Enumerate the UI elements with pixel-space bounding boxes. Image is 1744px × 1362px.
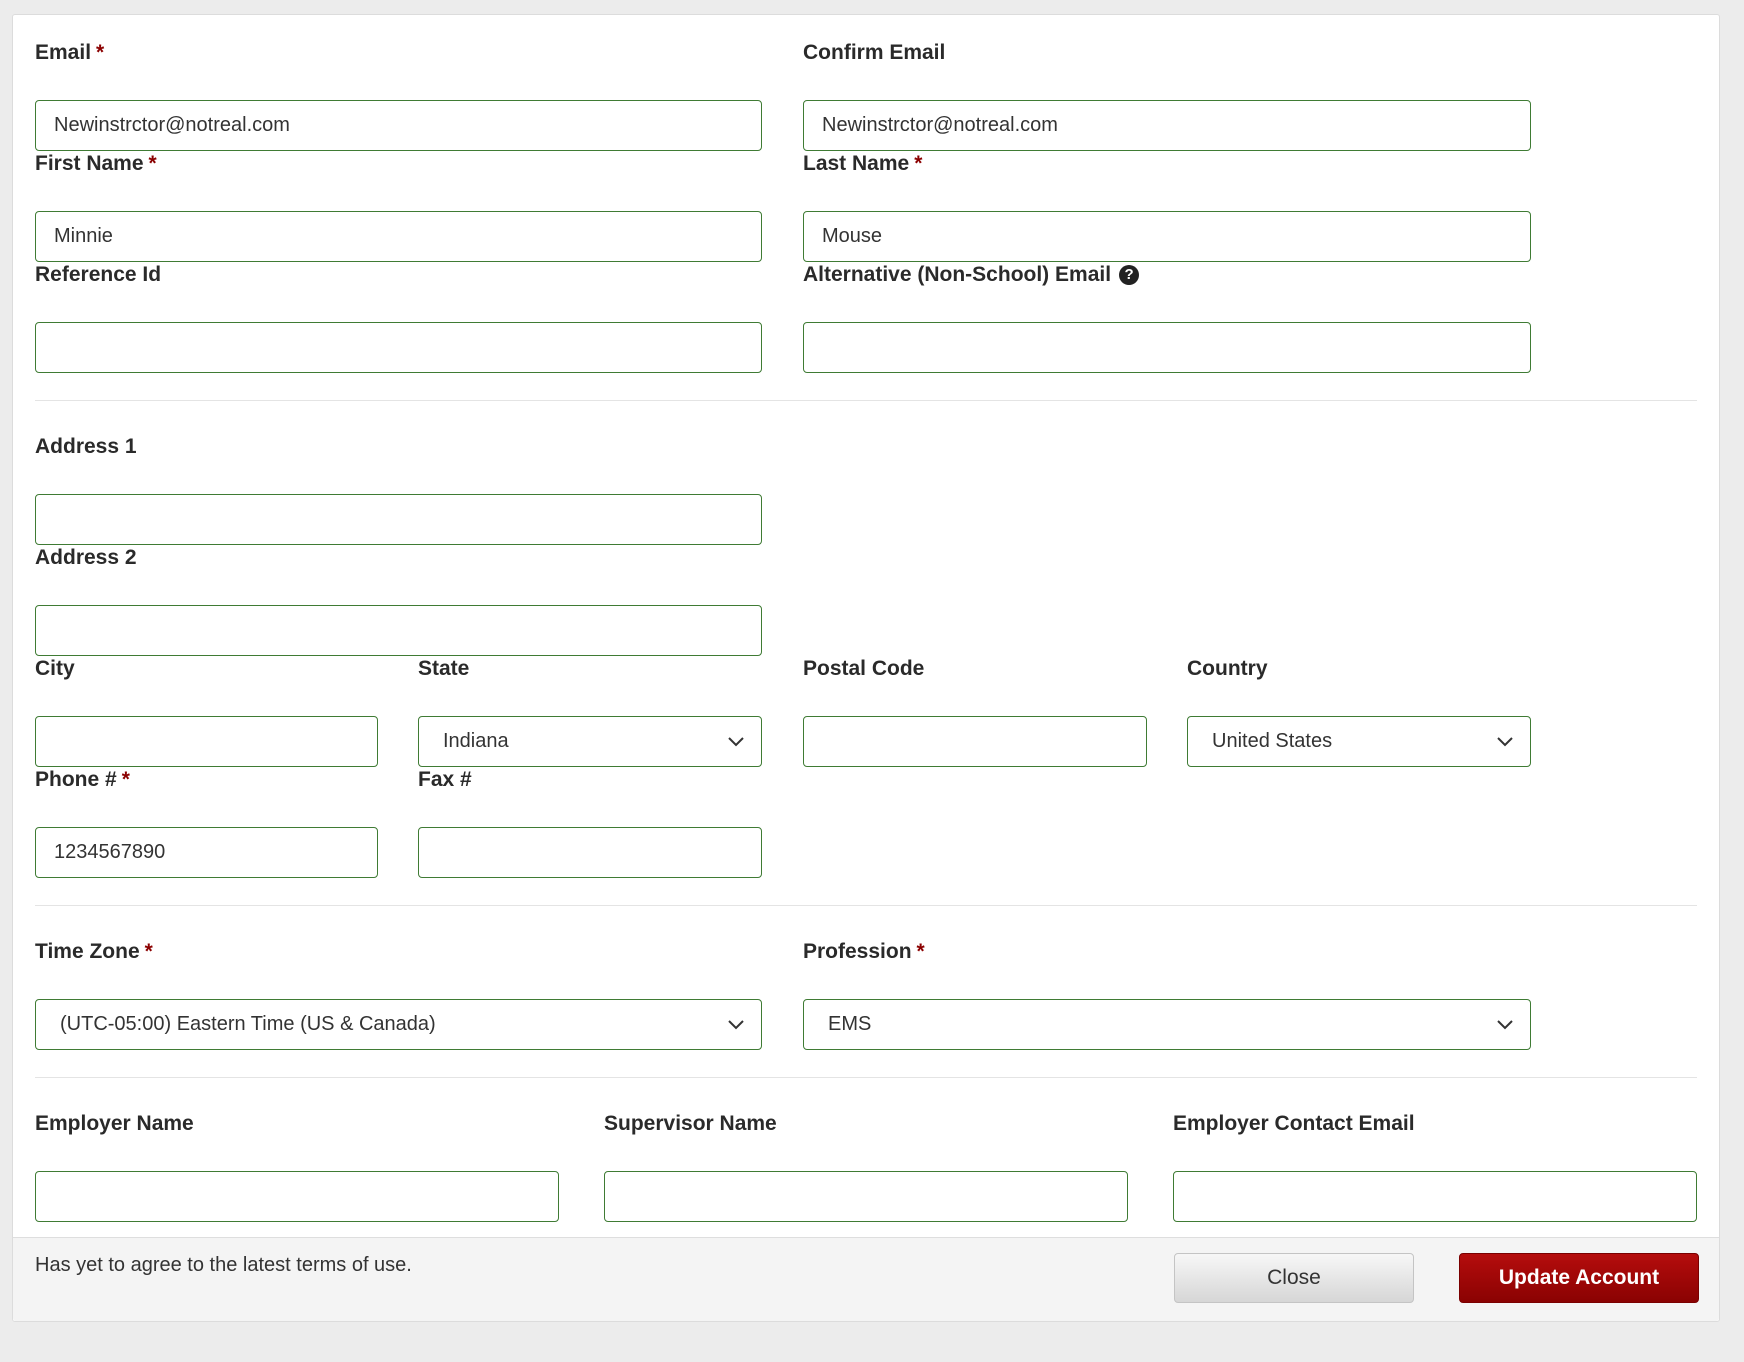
city-input[interactable] bbox=[35, 716, 378, 767]
time-zone-select[interactable]: (UTC-05:00) Eastern Time (US & Canada) bbox=[35, 999, 762, 1050]
postal-code-field-group: Postal Code bbox=[803, 656, 1147, 768]
required-marker: * bbox=[148, 152, 157, 175]
postal-code-input[interactable] bbox=[803, 716, 1147, 767]
section-divider bbox=[35, 905, 1697, 906]
country-selected-value: United States bbox=[1212, 730, 1333, 752]
supervisor-name-label: Supervisor Name bbox=[604, 1112, 777, 1135]
first-name-label: First Name * bbox=[35, 152, 157, 175]
postal-code-label: Postal Code bbox=[803, 657, 925, 680]
first-name-field-group: First Name * bbox=[35, 151, 762, 263]
time-zone-selected-value: (UTC-05:00) Eastern Time (US & Canada) bbox=[60, 1013, 436, 1035]
employer-contact-email-input[interactable] bbox=[1173, 1171, 1697, 1222]
profession-field-group: Profession * EMS bbox=[803, 939, 1531, 1051]
chevron-down-icon bbox=[728, 1020, 744, 1030]
address2-input[interactable] bbox=[35, 605, 762, 656]
question-circle-icon[interactable]: ? bbox=[1119, 265, 1140, 285]
first-name-input[interactable] bbox=[35, 211, 762, 262]
close-button[interactable]: Close bbox=[1174, 1253, 1414, 1303]
email-field-group: Email * bbox=[35, 40, 762, 152]
phone-field-group: Phone # * bbox=[35, 767, 378, 879]
chevron-down-icon bbox=[1497, 737, 1513, 747]
time-zone-field-group: Time Zone * (UTC-05:00) Eastern Time (US … bbox=[35, 939, 762, 1051]
email-label: Email * bbox=[35, 41, 105, 64]
country-select[interactable]: United States bbox=[1187, 716, 1531, 767]
time-zone-label: Time Zone * bbox=[35, 940, 153, 963]
required-marker: * bbox=[96, 41, 105, 64]
email-input[interactable] bbox=[35, 100, 762, 151]
address1-input[interactable] bbox=[35, 494, 762, 545]
employer-contact-email-field-group: Employer Contact Email bbox=[1173, 1111, 1697, 1223]
state-label: State bbox=[418, 657, 470, 680]
required-marker: * bbox=[914, 152, 923, 175]
section-divider bbox=[35, 400, 1697, 401]
employer-name-input[interactable] bbox=[35, 1171, 559, 1222]
terms-notice: Has yet to agree to the latest terms of … bbox=[35, 1254, 412, 1276]
alt-email-field-group: Alternative (Non-School) Email? bbox=[803, 262, 1531, 374]
section-divider bbox=[35, 1077, 1697, 1078]
chevron-down-icon bbox=[1497, 1020, 1513, 1030]
profession-select[interactable]: EMS bbox=[803, 999, 1531, 1050]
state-field-group: State Indiana bbox=[418, 656, 762, 768]
address2-field-group: Address 2 bbox=[35, 545, 762, 657]
last-name-label: Last Name * bbox=[803, 152, 923, 175]
phone-input[interactable] bbox=[35, 827, 378, 878]
employer-contact-email-label: Employer Contact Email bbox=[1173, 1112, 1415, 1135]
state-select[interactable]: Indiana bbox=[418, 716, 762, 767]
address1-field-group: Address 1 bbox=[35, 434, 762, 546]
confirm-email-label: Confirm Email bbox=[803, 41, 946, 64]
phone-label: Phone # * bbox=[35, 768, 130, 791]
employer-name-label: Employer Name bbox=[35, 1112, 194, 1135]
update-account-button[interactable]: Update Account bbox=[1459, 1253, 1699, 1303]
last-name-input[interactable] bbox=[803, 211, 1531, 262]
fax-input[interactable] bbox=[418, 827, 762, 878]
alt-email-label: Alternative (Non-School) Email? bbox=[803, 262, 1531, 288]
country-field-group: Country United States bbox=[1187, 656, 1531, 768]
profession-selected-value: EMS bbox=[828, 1013, 872, 1035]
confirm-email-field-group: Confirm Email bbox=[803, 40, 1531, 152]
required-marker: * bbox=[121, 768, 130, 791]
reference-id-label: Reference Id bbox=[35, 263, 162, 286]
form-footer: Has yet to agree to the latest terms of … bbox=[13, 1237, 1719, 1321]
address1-label: Address 1 bbox=[35, 435, 137, 458]
country-label: Country bbox=[1187, 657, 1268, 680]
confirm-email-input[interactable] bbox=[803, 100, 1531, 151]
chevron-down-icon bbox=[728, 737, 744, 747]
required-marker: * bbox=[144, 940, 153, 963]
reference-id-field-group: Reference Id bbox=[35, 262, 762, 374]
fax-field-group: Fax # bbox=[418, 767, 762, 879]
alt-email-input[interactable] bbox=[803, 322, 1531, 373]
supervisor-name-field-group: Supervisor Name bbox=[604, 1111, 1128, 1223]
account-form-panel: Email* Confirm Email First Name* Last Na… bbox=[12, 14, 1720, 1322]
employer-name-field-group: Employer Name bbox=[35, 1111, 559, 1223]
supervisor-name-input[interactable] bbox=[604, 1171, 1128, 1222]
reference-id-input[interactable] bbox=[35, 322, 762, 373]
last-name-field-group: Last Name * bbox=[803, 151, 1531, 263]
profession-label: Profession * bbox=[803, 940, 925, 963]
required-marker: * bbox=[916, 940, 925, 963]
city-label: City bbox=[35, 657, 75, 680]
city-field-group: City bbox=[35, 656, 378, 768]
address2-label: Address 2 bbox=[35, 546, 137, 569]
state-selected-value: Indiana bbox=[443, 730, 509, 752]
fax-label: Fax # bbox=[418, 768, 472, 791]
